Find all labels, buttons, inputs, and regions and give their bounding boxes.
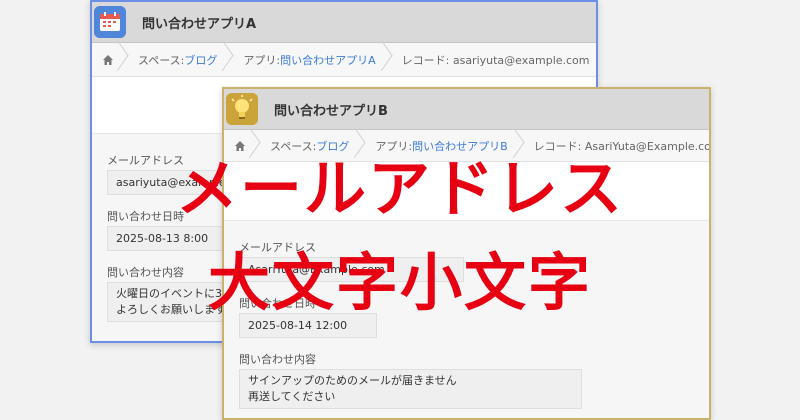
breadcrumb-space: スペース: ブログ (128, 43, 233, 76)
content-line-1: サインアップのためのメールが届きません (248, 374, 457, 387)
breadcrumb-app-link[interactable]: 問い合わせアプリB (412, 138, 508, 154)
breadcrumb-record-label: レコード: AsariYuta@Example.com (533, 139, 711, 153)
breadcrumb-record: レコード: AsariYuta@Example.com (524, 130, 711, 161)
email-label: メールアドレス (239, 241, 316, 254)
email-value: AsariYuta@Example.com (239, 257, 464, 282)
record-content: メールアドレス AsariYuta@Example.com 問い合わせ日時 20… (224, 221, 709, 418)
breadcrumb-app-link[interactable]: 問い合わせアプリA (280, 52, 376, 68)
email-label: メールアドレス (107, 154, 184, 167)
breadcrumb-space-link[interactable]: ブログ (316, 138, 349, 154)
content-label: 問い合わせ内容 (239, 353, 316, 366)
app-window-b: 問い合わせアプリB スペース: ブログ アプリ: 問い合わせアプリB レコード:… (222, 87, 711, 420)
content-label: 問い合わせ内容 (107, 266, 184, 279)
datetime-label: 問い合わせ日時 (239, 297, 316, 310)
breadcrumb-space-link[interactable]: ブログ (184, 52, 217, 68)
content-line-2: 再送してください (248, 390, 336, 403)
home-icon[interactable] (92, 43, 128, 76)
breadcrumb-app: アプリ: 問い合わせアプリB (365, 130, 523, 161)
breadcrumb-app-prefix: アプリ: (375, 139, 413, 153)
home-icon[interactable] (224, 130, 260, 161)
record-toolbar (224, 162, 709, 221)
datetime-label: 問い合わせ日時 (107, 210, 184, 223)
breadcrumb-record: レコード: asariyuta@example.com (392, 43, 596, 76)
breadcrumb-space: スペース: ブログ (260, 130, 365, 161)
app-title: 問い合わせアプリB (274, 104, 388, 119)
content-value: サインアップのためのメールが届きません 再送してください (239, 369, 582, 409)
app-header: 問い合わせアプリB (224, 89, 709, 130)
app-header: 問い合わせアプリA (92, 2, 596, 43)
breadcrumb-app-prefix: アプリ: (243, 53, 281, 67)
app-title: 問い合わせアプリA (142, 17, 257, 32)
breadcrumb-record-label: レコード: asariyuta@example.com (401, 53, 590, 67)
calendar-icon[interactable] (94, 6, 126, 38)
datetime-value: 2025-08-14 12:00 (239, 313, 377, 338)
breadcrumb-app: アプリ: 問い合わせアプリA (233, 43, 391, 76)
breadcrumb-space-prefix: スペース: (138, 53, 185, 67)
lightbulb-icon[interactable] (226, 93, 258, 125)
breadcrumb: スペース: ブログ アプリ: 問い合わせアプリB レコード: AsariYuta… (224, 130, 709, 162)
breadcrumb-space-prefix: スペース: (270, 139, 317, 153)
breadcrumb: スペース: ブログ アプリ: 問い合わせアプリA レコード: asariyuta… (92, 43, 596, 77)
